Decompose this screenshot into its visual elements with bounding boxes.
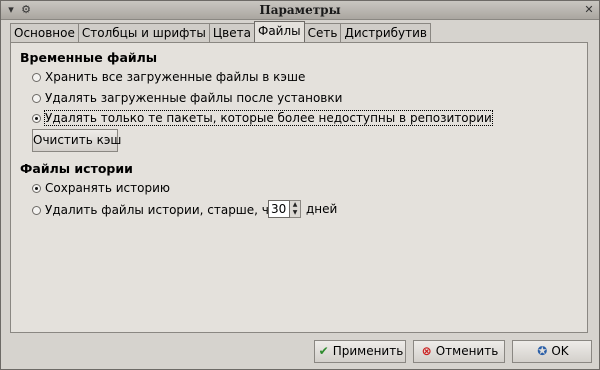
title-bar: ▾ ⚙ Параметры ✕ (1, 1, 599, 20)
history-files-heading: Файлы истории (20, 161, 133, 176)
radio-button[interactable] (32, 72, 41, 82)
apply-button[interactable]: ✔ Применить (314, 340, 406, 363)
window-title: Параметры (259, 3, 341, 17)
cancel-icon: ⊗ (421, 344, 432, 358)
radio-label: Удалять загруженные файлы после установк… (45, 91, 343, 105)
tab-distribution[interactable]: Дистрибутив (340, 23, 431, 42)
apply-label: Применить (332, 344, 404, 358)
radio-keep-history[interactable]: Сохранять историю (32, 181, 170, 195)
days-unit-label: дней (306, 202, 338, 216)
close-icon[interactable]: ✕ (582, 3, 596, 17)
files-tab-panel: Временные файлы Хранить все загруженные … (10, 42, 588, 333)
radio-label: Удалять только те пакеты, которые более … (44, 110, 493, 126)
tab-files[interactable]: Файлы (253, 21, 305, 42)
cancel-label: Отменить (435, 344, 499, 358)
tab-columns-fonts[interactable]: Столбцы и шрифты (77, 23, 210, 42)
radio-delete-history-older[interactable]: Удалить файлы истории, старше, чем: (32, 203, 289, 217)
clear-cache-button[interactable]: Очистить кэш (32, 129, 121, 152)
temp-files-heading: Временные файлы (20, 50, 158, 65)
tab-network[interactable]: Сеть (303, 23, 342, 42)
tab-colors[interactable]: Цвета (208, 23, 255, 42)
stepper-arrows[interactable]: ▲ ▼ (290, 200, 301, 218)
radio-button[interactable] (32, 93, 41, 103)
preferences-window: ▾ ⚙ Параметры ✕ Основное Столбцы и шрифт… (0, 0, 600, 370)
radio-delete-unavailable[interactable]: Удалять только те пакеты, которые более … (32, 110, 493, 126)
days-input[interactable] (268, 200, 290, 218)
days-stepper[interactable]: ▲ ▼ дней (268, 200, 337, 218)
tab-general[interactable]: Основное (10, 23, 79, 42)
ok-icon: ✪ (537, 344, 548, 358)
radio-label: Удалить файлы истории, старше, чем: (45, 203, 290, 217)
ok-label: OK (551, 344, 569, 358)
checkmark-icon: ✔ (318, 344, 329, 358)
ok-button[interactable]: ✪ OK (512, 340, 592, 363)
down-arrow-icon[interactable]: ▼ (290, 209, 300, 217)
radio-button[interactable] (32, 205, 41, 215)
tab-bar: Основное Столбцы и шрифты Цвета Файлы Се… (10, 21, 431, 42)
up-arrow-icon[interactable]: ▲ (290, 201, 300, 209)
radio-delete-after-install[interactable]: Удалять загруженные файлы после установк… (32, 91, 342, 105)
radio-button[interactable] (32, 113, 41, 123)
cancel-button[interactable]: ⊗ Отменить (413, 340, 505, 363)
radio-button[interactable] (32, 183, 41, 193)
radio-label: Хранить все загруженные файлы в кэше (45, 70, 306, 84)
radio-label: Сохранять историю (45, 181, 170, 195)
radio-keep-cache[interactable]: Хранить все загруженные файлы в кэше (32, 70, 305, 84)
